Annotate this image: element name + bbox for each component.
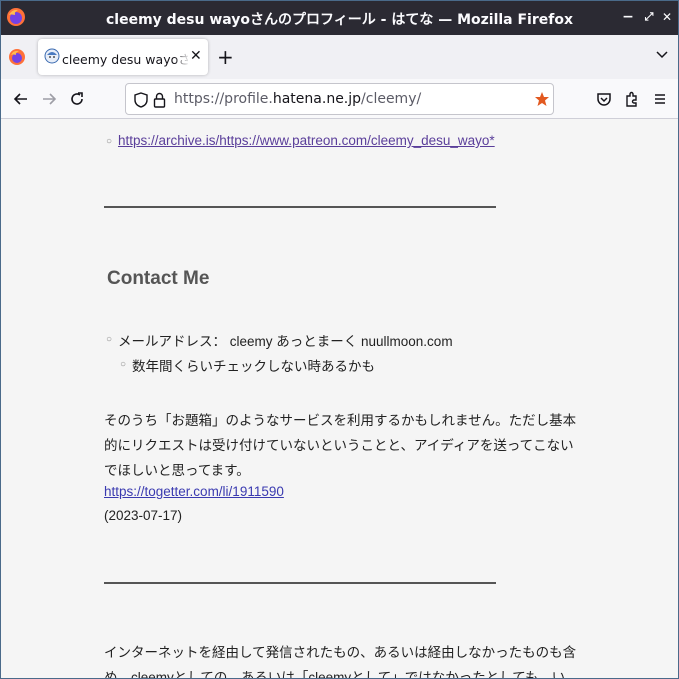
firefox-view-icon[interactable] bbox=[7, 47, 27, 67]
chevron-down-icon[interactable] bbox=[655, 47, 669, 61]
contact-heading: Contact Me bbox=[107, 268, 210, 289]
bookmark-star-icon[interactable] bbox=[534, 91, 550, 107]
url-host: hatena.ne.jp bbox=[272, 91, 362, 107]
check-note-item: 数年間くらいチェックしない時あるかも bbox=[132, 359, 375, 374]
date-text: (2023-07-17) bbox=[104, 508, 183, 523]
paragraph-line: め、cleemyとしての、あるいは「cleemyとして」ではなかったとしても、い bbox=[104, 670, 566, 678]
togetter-link[interactable]: https://togetter.com/li/1911590 bbox=[104, 484, 284, 499]
url-prefix: https://profile. bbox=[174, 91, 273, 107]
list-bullet: ○ bbox=[106, 136, 113, 147]
url-bar[interactable]: https://profile.hatena.ne.jp/cleemy/ bbox=[125, 83, 554, 115]
page-content: ○ https://archive.is/https://www.patreon… bbox=[1, 120, 678, 678]
close-tab-icon[interactable]: ✕ bbox=[190, 48, 202, 64]
reload-icon[interactable] bbox=[68, 90, 86, 108]
paragraph-line: でほしいと思ってます。 bbox=[104, 463, 250, 478]
window-title: cleemy desu wayoさんのプロフィール - はてな — Mozill… bbox=[105, 12, 573, 28]
hatena-avatar-icon bbox=[44, 48, 60, 64]
title-bar: cleemy desu wayoさんのプロフィール - はてな — Mozill… bbox=[1, 1, 678, 35]
url-text: https://profile.hatena.ne.jp/cleemy/ bbox=[174, 91, 421, 107]
email-item: メールアドレス： cleemy あっとまーく nuullmoon.com bbox=[118, 334, 453, 349]
navigation-bar: https://profile.hatena.ne.jp/cleemy/ bbox=[1, 79, 678, 119]
archive-link[interactable]: https://archive.is/https://www.patreon.c… bbox=[118, 133, 495, 148]
menu-icon[interactable] bbox=[651, 90, 669, 108]
tracking-protection-icon[interactable] bbox=[134, 92, 148, 108]
tab-active[interactable]: cleemy desu wayoさんのプロフィール - はてな ✕ bbox=[38, 39, 208, 75]
browser-window: cleemy desu wayoさんのプロフィール - はてな — Mozill… bbox=[0, 0, 679, 679]
close-window-button[interactable]: ✕ bbox=[659, 9, 675, 25]
list-bullet: ○ bbox=[106, 334, 113, 345]
pocket-icon[interactable] bbox=[595, 90, 613, 108]
new-tab-button[interactable]: + bbox=[217, 45, 234, 69]
divider bbox=[104, 582, 496, 584]
minimize-button[interactable]: − bbox=[620, 9, 636, 25]
tab-strip: cleemy desu wayoさんのプロフィール - はてな ✕ + bbox=[1, 35, 678, 79]
list-bullet: ○ bbox=[120, 359, 127, 370]
lock-icon[interactable] bbox=[153, 92, 166, 108]
paragraph-line: 的にリクエストは受け付けていないということと、アイディアを送ってこない bbox=[104, 438, 574, 453]
back-icon[interactable] bbox=[12, 90, 30, 108]
url-path: /cleemy/ bbox=[361, 91, 422, 107]
tab-label: cleemy desu wayoさんのプロフィール - はてな bbox=[62, 52, 188, 67]
extensions-icon[interactable] bbox=[623, 90, 641, 108]
divider bbox=[104, 206, 496, 208]
maximize-button[interactable]: ⤢ bbox=[641, 9, 657, 25]
paragraph-line: インターネットを経由して発信されたもの、あるいは経由しなかったものも含 bbox=[104, 645, 577, 660]
paragraph-line: そのうち「お題箱」のようなサービスを利用するかもしれません。ただし基本 bbox=[104, 413, 577, 428]
forward-icon[interactable] bbox=[40, 90, 58, 108]
